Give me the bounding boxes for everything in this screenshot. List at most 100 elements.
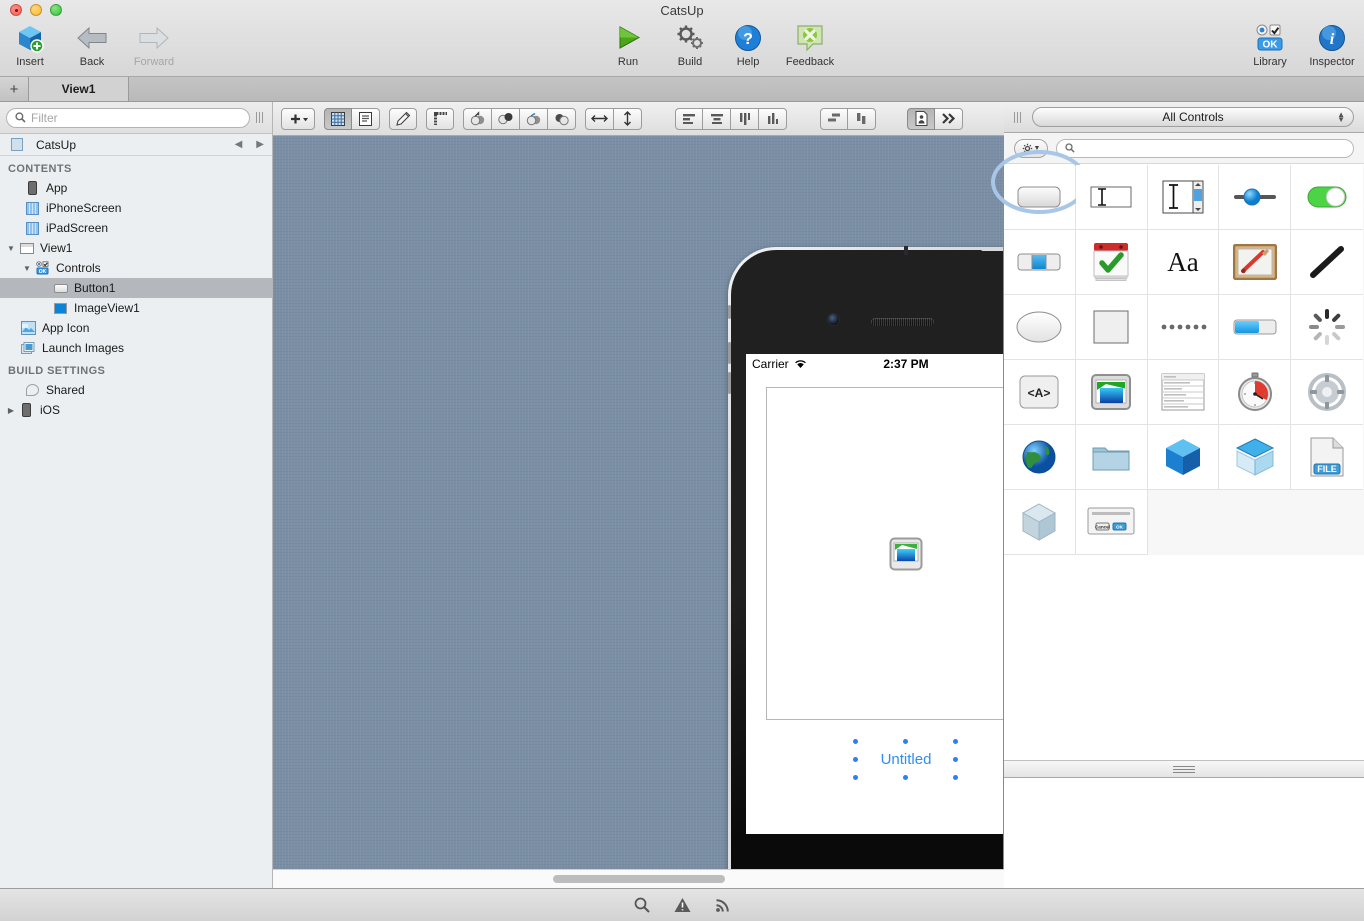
device-screen[interactable]: Carrier 2:37 PM Untitled xyxy=(746,354,1003,834)
overflow-button[interactable] xyxy=(935,107,963,130)
disclosure-triangle[interactable]: ▼ xyxy=(4,244,18,253)
tree-item-app[interactable]: App xyxy=(0,178,272,198)
library-item-slider[interactable] xyxy=(1219,165,1292,230)
feedback-button[interactable]: Feedback xyxy=(784,22,836,68)
library-search-input[interactable] xyxy=(1056,138,1354,158)
library-item-canvas[interactable] xyxy=(1219,230,1292,295)
library-item-timer[interactable] xyxy=(1219,360,1292,425)
inspector-panel[interactable] xyxy=(1004,778,1364,890)
back-button[interactable]: Back xyxy=(66,22,118,68)
library-item-label[interactable]: Aa xyxy=(1147,230,1220,295)
show-page-button[interactable] xyxy=(907,107,935,130)
selection-handle-bl[interactable] xyxy=(853,775,858,780)
arrange-segment[interactable] xyxy=(463,107,576,130)
insert-button[interactable]: Insert xyxy=(4,22,56,68)
filter-input[interactable]: Filter xyxy=(6,107,250,128)
selection-handle-ml[interactable] xyxy=(853,757,858,762)
library-item-cube-open[interactable] xyxy=(1219,425,1292,490)
selection-handle-bc[interactable] xyxy=(903,775,908,780)
selection-handle-br[interactable] xyxy=(953,775,958,780)
selection-handle-tr[interactable] xyxy=(953,739,958,744)
library-item-separator-line[interactable] xyxy=(1291,230,1363,295)
selection-handle-tl[interactable] xyxy=(853,739,858,744)
help-button[interactable]: ? Help xyxy=(722,22,774,68)
resize-horizontal-button[interactable] xyxy=(585,107,614,130)
scrollbar-thumb[interactable] xyxy=(552,875,725,883)
distribute-vertical-button[interactable] xyxy=(848,107,876,130)
forward-button[interactable]: Forward xyxy=(128,22,180,68)
library-item-web-globe[interactable] xyxy=(1004,425,1076,490)
send-back-button[interactable] xyxy=(492,107,520,130)
distribute-horizontal-button[interactable] xyxy=(820,107,848,130)
align-bottom-button[interactable] xyxy=(759,107,787,130)
align-top-button[interactable] xyxy=(731,107,759,130)
tree-item-imageview1[interactable]: ImageView1 xyxy=(0,298,272,318)
resize-vertical-button[interactable] xyxy=(614,107,642,130)
canvas-horizontal-scrollbar[interactable] xyxy=(273,869,1004,888)
library-item-progress-bar[interactable] xyxy=(1219,295,1292,360)
overflow-segment[interactable] xyxy=(907,107,963,130)
build-button[interactable]: Build xyxy=(664,22,716,68)
panel-splitter[interactable] xyxy=(1004,760,1364,778)
disclosure-triangle[interactable]: ▼ xyxy=(20,264,34,273)
tree-item-ios[interactable]: ▶ iOS xyxy=(0,400,272,420)
library-item-push-button[interactable] xyxy=(991,150,1088,230)
library-item-folder[interactable] xyxy=(1075,425,1148,490)
library-item-image-view[interactable] xyxy=(1075,360,1148,425)
tree-item-ipadscreen[interactable]: iPadScreen xyxy=(0,218,272,238)
selection-handle-tc[interactable] xyxy=(903,739,908,744)
ruler-button[interactable] xyxy=(426,107,454,130)
library-item-message-dialog[interactable]: Cancel OK xyxy=(1075,490,1148,555)
library-item-table-view[interactable] xyxy=(1147,360,1220,425)
warning-icon[interactable] xyxy=(674,897,691,913)
history-arrows[interactable]: ◀ ▶ xyxy=(235,139,264,150)
library-item-checkbox-calendar[interactable] xyxy=(1075,230,1148,295)
run-button[interactable]: Run xyxy=(602,22,654,68)
library-item-rectangle-shape[interactable] xyxy=(1075,295,1148,360)
imageview1-control[interactable] xyxy=(766,387,1003,720)
project-row[interactable]: CatsUp ◀ ▶ xyxy=(0,134,272,156)
align-segment[interactable] xyxy=(675,107,787,130)
library-grid[interactable]: Aa <A> FILE Cancel OK xyxy=(991,150,1364,555)
bring-front-button[interactable] xyxy=(463,107,492,130)
tree-item-button1[interactable]: Button1 xyxy=(0,278,272,298)
library-item-cube-solid[interactable] xyxy=(1147,425,1220,490)
library-item-text-field[interactable] xyxy=(1075,165,1148,230)
design-canvas[interactable]: Carrier 2:37 PM Untitled xyxy=(273,102,1004,888)
library-item-segmented-control[interactable] xyxy=(1004,230,1076,295)
library-item-progress-wheel[interactable] xyxy=(1291,295,1363,360)
library-item-page-control[interactable] xyxy=(1147,295,1220,360)
library-item-html-viewer[interactable]: <A> xyxy=(1004,360,1076,425)
add-control-button[interactable] xyxy=(281,107,315,130)
sidebar-resize-grip[interactable] xyxy=(256,112,266,124)
edit-pencil-button[interactable] xyxy=(389,107,417,130)
layout-list-button[interactable] xyxy=(352,107,380,130)
inspector-button[interactable]: i Inspector xyxy=(1306,22,1358,68)
search-icon[interactable] xyxy=(634,897,650,913)
align-center-button[interactable] xyxy=(703,107,731,130)
align-left-button[interactable] xyxy=(675,107,703,130)
tree-item-iphonescreen[interactable]: iPhoneScreen xyxy=(0,198,272,218)
distribute-segment[interactable] xyxy=(820,107,876,130)
panel-resize-grip[interactable] xyxy=(1014,111,1024,123)
tree-item-shared[interactable]: Shared xyxy=(0,380,272,400)
tree-item-app-icon[interactable]: App Icon xyxy=(0,318,272,338)
history-forward-icon[interactable]: ▶ xyxy=(256,139,264,150)
disclosure-triangle[interactable]: ▶ xyxy=(4,406,18,415)
send-backward-button[interactable] xyxy=(548,107,576,130)
library-item-text-area[interactable] xyxy=(1147,165,1220,230)
size-segment[interactable] xyxy=(585,107,642,130)
selection-handle-mr[interactable] xyxy=(953,757,958,762)
button1-control[interactable]: Untitled xyxy=(875,744,937,774)
tree-item-launch-images[interactable]: Launch Images xyxy=(0,338,272,358)
library-item-ellipse-shape[interactable] xyxy=(1004,295,1076,360)
library-item-cube-glass[interactable] xyxy=(1004,490,1076,555)
tree-item-controls[interactable]: ▼ OK Controls xyxy=(0,258,272,278)
broadcast-icon[interactable] xyxy=(715,897,731,913)
library-item-switch[interactable] xyxy=(1291,165,1363,230)
library-filter-select[interactable]: All Controls ▲ ▼ xyxy=(1032,107,1354,127)
library-item-file[interactable]: FILE xyxy=(1291,425,1363,490)
library-item-settings-gear[interactable] xyxy=(1291,360,1363,425)
library-options-button[interactable]: ▼ xyxy=(1014,138,1048,158)
tree-item-view1[interactable]: ▼ View1 xyxy=(0,238,272,258)
